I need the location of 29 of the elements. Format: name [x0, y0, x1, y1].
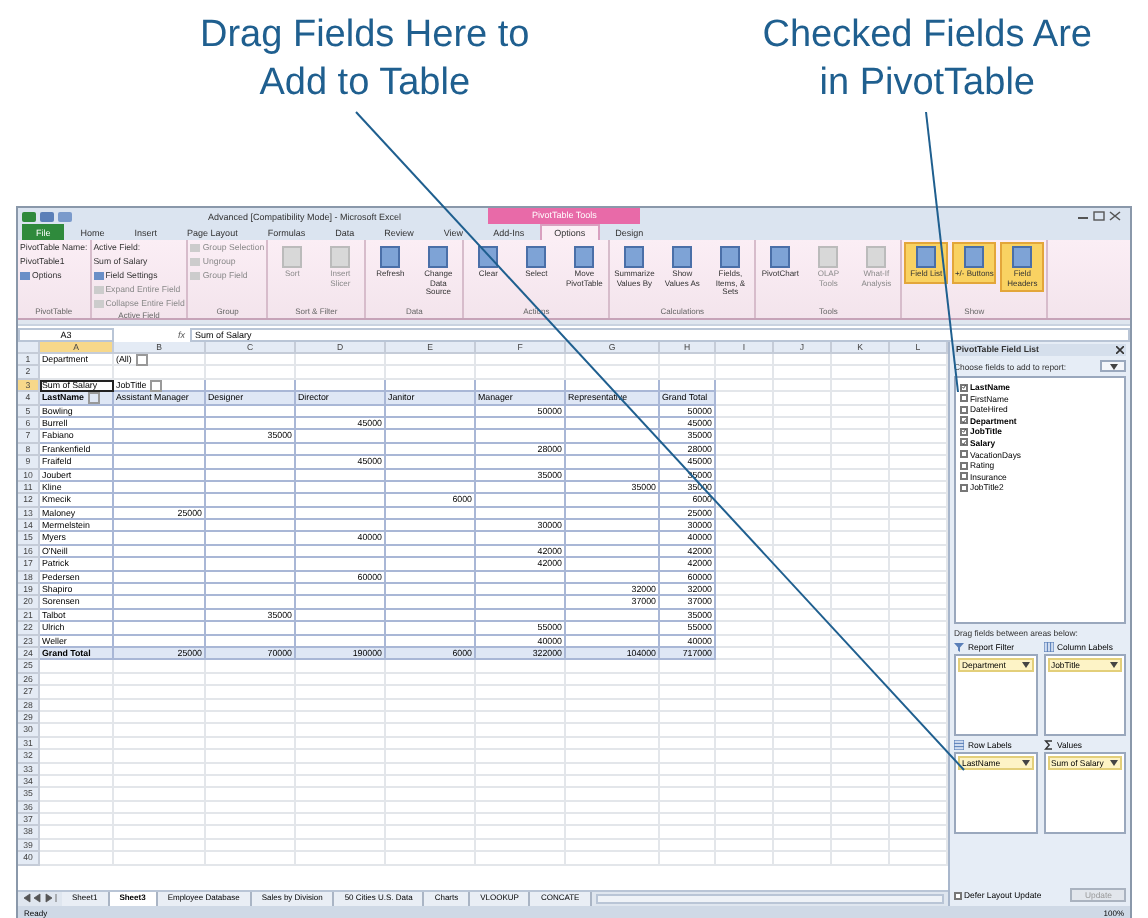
checkbox[interactable] [960, 472, 968, 481]
checkbox[interactable] [960, 416, 968, 425]
checkbox[interactable] [960, 438, 968, 447]
window-controls-icon[interactable] [1076, 210, 1124, 222]
dropdown-arrow-icon[interactable] [1110, 662, 1118, 668]
checkbox[interactable] [960, 483, 968, 492]
checkbox[interactable] [960, 427, 968, 436]
callout-text: Checked Fields Are [762, 12, 1092, 60]
callout-text: in PivotTable [819, 60, 1035, 108]
layout-button[interactable] [1100, 360, 1126, 372]
sigma-icon [1043, 740, 1053, 750]
callout-text: Drag Fields Here to [200, 12, 530, 60]
sheet-nav-icon[interactable] [22, 892, 58, 904]
checkbox[interactable] [960, 450, 968, 459]
close-icon[interactable] [1116, 346, 1124, 354]
callout-text: Add to Table [259, 60, 471, 108]
horizontal-scrollbar[interactable] [595, 894, 944, 904]
columns-icon [1043, 642, 1053, 652]
dropdown-arrow-icon[interactable] [1110, 760, 1118, 766]
checkbox[interactable] [960, 394, 968, 403]
dropdown-arrow-icon[interactable] [1109, 363, 1117, 369]
checkbox[interactable] [954, 891, 962, 899]
checkbox[interactable] [960, 383, 968, 391]
rows-icon [954, 740, 964, 750]
checkbox[interactable] [960, 405, 968, 414]
dropdown-button[interactable] [88, 392, 100, 405]
dropdown-arrow-icon[interactable] [1021, 760, 1029, 766]
dropdown-arrow-icon[interactable] [1021, 662, 1029, 668]
checkbox[interactable] [960, 461, 968, 470]
